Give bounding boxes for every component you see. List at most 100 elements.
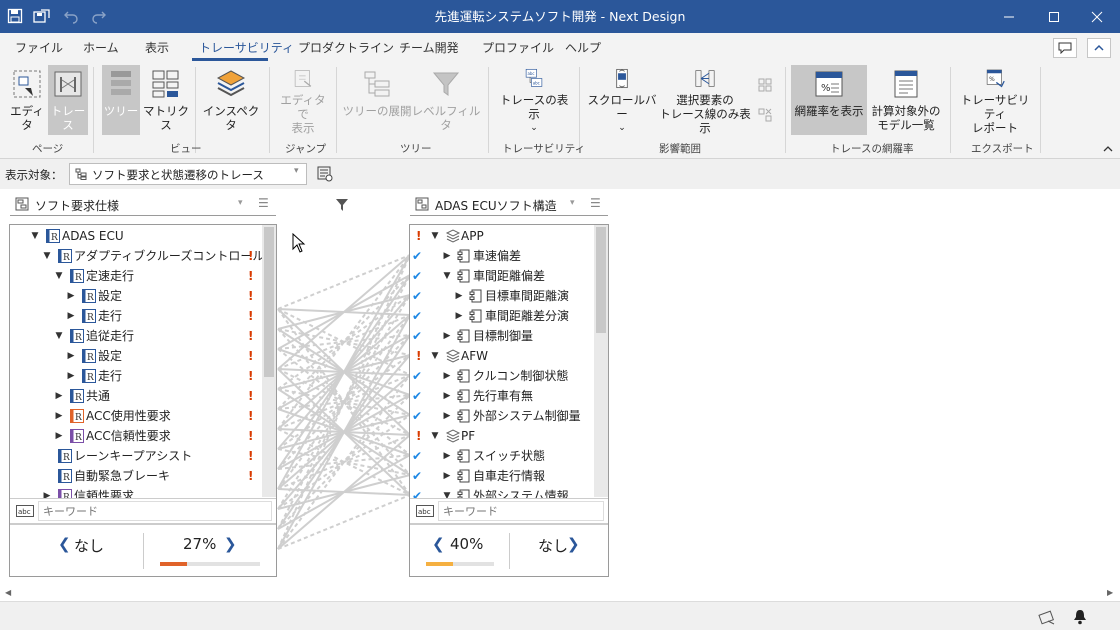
left-coverage-prev-value[interactable]: なし [74,535,104,556]
tree-row[interactable]: ▼ R 定速走行! [10,266,262,286]
tree-row[interactable]: ▶ R 走行! [10,366,262,386]
tree-row[interactable]: ▶ R ACC使用性要求! [10,406,262,426]
inspector-button[interactable]: インスペクタ [201,65,261,135]
left-keyword-input[interactable] [38,501,272,521]
chevron-down-icon[interactable]: ▼ [30,226,40,246]
chevron-right-icon[interactable]: ▶ [442,326,452,346]
scroll-right-icon[interactable]: ▶ [1107,588,1113,597]
next-chevron-icon[interactable]: ❯ [567,535,580,553]
tree-row[interactable]: ✔ ▶ 目標車間距離演 [410,286,594,306]
chevron-right-icon[interactable]: ▶ [442,466,452,486]
chevron-right-icon[interactable]: ▶ [454,306,464,326]
scrollbar-button[interactable]: スクロールバー ⌄ [586,65,658,135]
tab-view[interactable]: 表示 [145,39,169,56]
chevron-right-icon[interactable]: ▶ [66,306,76,326]
tree-row[interactable]: ▶ R 共通! [10,386,262,406]
level-filter-button[interactable]: レベルフィルタ [411,65,481,135]
prev-chevron-icon[interactable]: ❮ [58,535,71,553]
collapse-ribbon-button[interactable] [1087,38,1111,58]
sync-icon[interactable] [1038,609,1056,628]
tree-row[interactable]: ▶ R ACC信頼性要求! [10,426,262,446]
chevron-down-icon[interactable]: ▼ [54,326,64,346]
tree-row[interactable]: ✔ ▶ 車速偏差 [410,246,594,266]
chevron-down-icon[interactable]: ▼ [430,426,440,446]
chevron-down-icon[interactable]: ▼ [54,266,64,286]
chevron-down-icon[interactable]: ▾ [238,198,243,208]
maximize-button[interactable] [1031,0,1077,33]
tree-row[interactable]: ✔ ▼ 車間距離偏差 [410,266,594,286]
chevron-right-icon[interactable]: ▶ [42,486,52,498]
scroll-left-icon[interactable]: ◀ [5,588,11,597]
filter-icon[interactable] [335,198,349,215]
undo-icon[interactable] [60,6,82,26]
tree-row[interactable]: ! ▼ APP [410,226,594,246]
right-coverage-percent[interactable]: 40% [450,535,483,553]
chevron-right-icon[interactable]: ▶ [442,246,452,266]
tree-row[interactable]: ▼ R アダプティブクルーズコントロール! [10,246,262,266]
chevron-right-icon[interactable]: ▶ [442,366,452,386]
comment-button[interactable] [1053,38,1077,58]
tree-row[interactable]: ✔ ▼ 外部システム情報 [410,486,594,498]
chevron-up-icon[interactable] [1102,143,1114,157]
chevron-right-icon[interactable]: ▶ [442,446,452,466]
right-tree-scrollbar[interactable] [594,225,608,497]
redo-icon[interactable] [88,6,110,26]
left-coverage-percent[interactable]: 27% [183,535,216,553]
tree-row[interactable]: ✔ ▶ スイッチ状態 [410,446,594,466]
target-settings-icon[interactable] [317,166,333,185]
scrollbar-thumb[interactable] [264,227,274,377]
excluded-models-button[interactable]: 計算対象外の モデル一覧 [869,65,943,135]
tree-row[interactable]: ✔ ▶ 目標制御量 [410,326,594,346]
tree-row[interactable]: ▼ R 追従走行! [10,326,262,346]
tree-row[interactable]: ▶ R 走行! [10,306,262,326]
left-tree-scrollbar[interactable] [262,225,276,497]
chevron-right-icon[interactable]: ▶ [66,366,76,386]
chevron-right-icon[interactable]: ▶ [54,426,64,446]
chevron-right-icon[interactable]: ▶ [66,286,76,306]
tab-file[interactable]: ファイル [15,39,63,56]
tree-row[interactable]: ▶ R 設定! [10,346,262,366]
chevron-down-icon[interactable]: ▼ [430,226,440,246]
right-keyword-input[interactable] [438,501,604,521]
tree-row[interactable]: R レーンキープアシスト! [10,446,262,466]
tree-row[interactable]: ! ▼ PF [410,426,594,446]
panel-menu-icon[interactable]: ☰ [258,196,269,210]
chevron-right-icon[interactable]: ▶ [54,406,64,426]
next-chevron-icon[interactable]: ❯ [224,535,237,553]
expand-tree-button[interactable]: ツリーの展開 [342,65,412,135]
chevron-right-icon[interactable]: ▶ [442,406,452,426]
prev-chevron-icon[interactable]: ❮ [432,535,445,553]
chevron-right-icon[interactable]: ▶ [66,346,76,366]
right-coverage-next-value[interactable]: なし [538,535,568,556]
right-panel-title[interactable]: ADAS ECUソフト構造 [435,197,557,214]
small-clear-icon[interactable] [757,107,773,123]
tab-product-line[interactable]: プロダクトライン [298,39,394,56]
chevron-down-icon[interactable]: ▼ [42,246,52,266]
scrollbar-thumb[interactable] [596,227,606,333]
target-select[interactable]: ソフト要求と状態遷移のトレース ▾ [69,163,307,185]
tree-row[interactable]: ▼ R ADAS ECU [10,226,262,246]
chevron-right-icon[interactable]: ▶ [54,386,64,406]
notification-bell-icon[interactable] [1073,609,1087,628]
tab-help[interactable]: ヘルプ [565,39,601,56]
small-grid-icon[interactable] [757,77,773,93]
tree-row[interactable]: ✔ ▶ 自車走行情報 [410,466,594,486]
show-in-editor-button[interactable]: エディタで 表示 [277,65,329,135]
tree-row[interactable]: ▶ R 設定! [10,286,262,306]
left-panel-title[interactable]: ソフト要求仕様 [35,197,119,214]
tree-row[interactable]: ✔ ▶ 外部システム制御量 [410,406,594,426]
chevron-down-icon[interactable]: ▼ [430,346,440,366]
chevron-down-icon[interactable]: ▾ [570,198,575,208]
save-icon[interactable] [4,6,26,26]
tree-button[interactable]: ツリー [102,65,140,135]
tree-row[interactable]: ! ▼ AFW [410,346,594,366]
tree-row[interactable]: ▶R信頼性要求 [10,486,262,498]
matrix-button[interactable]: マトリクス [143,65,189,135]
trace-button[interactable]: トレース [48,65,88,135]
tab-home[interactable]: ホーム [83,39,119,56]
selected-trace-only-button[interactable]: 選択要素の トレース線のみ表示 [658,65,752,135]
trace-report-button[interactable]: % トレーサビリティ レポート [957,65,1033,135]
tree-row[interactable]: ✔ ▶ クルコン制御状態 [410,366,594,386]
minimize-button[interactable] [986,0,1032,33]
tree-row[interactable]: ✔ ▶ 車間距離差分演 [410,306,594,326]
